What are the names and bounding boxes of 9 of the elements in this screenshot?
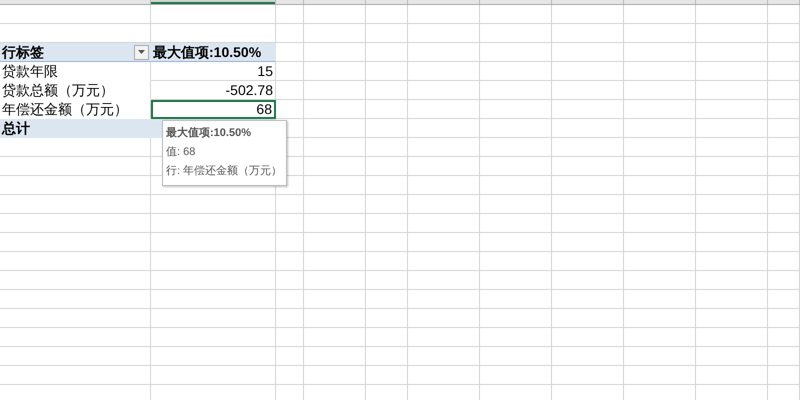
row-label: 贷款年限 — [0, 62, 151, 81]
column-header: 行标签 — [2, 43, 44, 61]
tooltip-text: 值: 68 — [166, 145, 196, 160]
tooltip-title: 最大值项:10.50% — [166, 126, 252, 141]
row-label: 贷款总额（万元） — [0, 81, 151, 100]
table-cell: 68 — [151, 100, 276, 119]
column-header: 最大值项:10.50% — [151, 43, 276, 62]
tooltip-text: 行: 年偿还金额（万元） — [166, 164, 282, 179]
row-label: 年偿还金额（万元） — [0, 100, 151, 119]
